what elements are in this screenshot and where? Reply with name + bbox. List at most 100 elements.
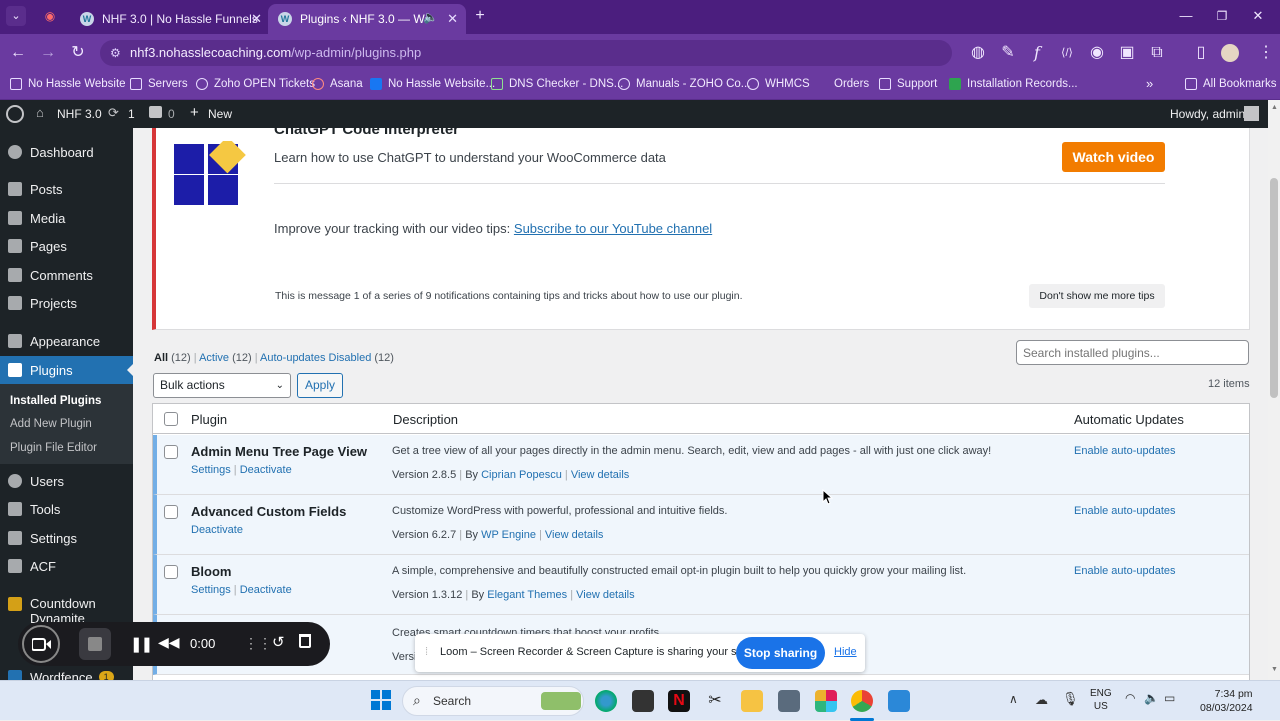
calculator-icon[interactable]: [778, 690, 800, 712]
bookmark-item[interactable]: Servers: [130, 78, 188, 90]
menu-acf[interactable]: ACF: [0, 552, 133, 580]
microphone-icon[interactable]: 🎙: [1062, 691, 1079, 707]
browser-menu-icon[interactable]: ⋮: [1256, 43, 1276, 63]
camera-extension-icon[interactable]: ◉: [1087, 43, 1107, 63]
davinci-icon[interactable]: [632, 690, 654, 712]
youtube-subscribe-link[interactable]: Subscribe to our YouTube channel: [514, 221, 712, 236]
code-extension-icon[interactable]: ⟨/⟩: [1057, 43, 1077, 63]
address-bar[interactable]: ⚙ nhf3.nohasslecoaching.com/wp-admin/plu…: [100, 40, 952, 66]
wordpress-logo-icon[interactable]: [6, 105, 24, 123]
submenu-installed-plugins[interactable]: Installed Plugins: [10, 395, 101, 407]
bookmark-item[interactable]: No Hassle Website: [10, 78, 126, 90]
tab-list-chevron-icon[interactable]: ⌄: [6, 6, 26, 26]
menu-users[interactable]: Users: [0, 467, 133, 495]
comments-count[interactable]: 0: [168, 107, 175, 121]
deactivate-link[interactable]: Deactivate: [191, 524, 243, 536]
menu-posts[interactable]: Posts: [0, 175, 133, 203]
back-arrow-icon[interactable]: ←: [8, 43, 28, 63]
profile-avatar[interactable]: [1221, 44, 1239, 62]
site-info-icon[interactable]: ⚙: [110, 40, 121, 66]
delete-trash-icon[interactable]: [299, 634, 311, 648]
apply-button[interactable]: Apply: [297, 373, 343, 398]
speaker-icon[interactable]: 🔈: [423, 10, 438, 24]
file-explorer-icon[interactable]: [741, 690, 763, 712]
menu-comments[interactable]: Comments: [0, 261, 133, 289]
bookmark-item[interactable]: Zoho OPEN Tickets: [196, 78, 315, 90]
hide-link[interactable]: Hide: [834, 646, 857, 658]
drag-handle-icon[interactable]: ⋮⋮: [244, 635, 272, 652]
deactivate-link[interactable]: Deactivate: [240, 464, 292, 476]
enable-auto-updates-link[interactable]: Enable auto-updates: [1074, 505, 1176, 517]
author-link[interactable]: Elegant Themes: [487, 589, 567, 601]
volume-icon[interactable]: 🔈: [1144, 691, 1159, 705]
chrome-icon[interactable]: [851, 690, 873, 712]
bookmark-item[interactable]: Orders: [834, 78, 869, 90]
puzzle-extensions-icon[interactable]: ⧉: [1147, 43, 1167, 63]
bookmark-item[interactable]: DNS Checker - DNS...: [491, 78, 623, 90]
taskbar-search[interactable]: ⌕ Search: [402, 686, 584, 716]
pen-extension-icon[interactable]: ✎: [998, 43, 1018, 63]
font-extension-icon[interactable]: f: [1027, 43, 1047, 63]
capcut-icon[interactable]: ✂: [704, 690, 726, 712]
restore-icon[interactable]: ❐: [1212, 6, 1232, 26]
reload-icon[interactable]: ↻: [68, 43, 88, 63]
image-extension-icon[interactable]: ▣: [1117, 43, 1137, 63]
bookmark-item[interactable]: WHMCS: [747, 78, 810, 90]
bulk-actions-select[interactable]: Bulk actions ⌄: [153, 373, 291, 398]
rewind-icon[interactable]: ◀◀: [158, 634, 180, 651]
author-link[interactable]: Ciprian Popescu: [481, 469, 562, 481]
user-avatar[interactable]: [1244, 106, 1259, 121]
restart-icon[interactable]: ↺: [272, 633, 285, 651]
view-details-link[interactable]: View details: [576, 589, 635, 601]
scroll-down-icon[interactable]: ▼: [1271, 666, 1278, 673]
view-details-link[interactable]: View details: [571, 469, 630, 481]
close-window-icon[interactable]: ✕: [1248, 6, 1268, 26]
onedrive-icon[interactable]: ☁: [1035, 692, 1048, 708]
pause-icon[interactable]: ❚❚: [130, 635, 153, 653]
menu-pages[interactable]: Pages: [0, 232, 133, 260]
howdy-user[interactable]: Howdy, admin: [1170, 107, 1245, 121]
notepad-icon[interactable]: [888, 690, 910, 712]
menu-settings[interactable]: Settings: [0, 524, 133, 552]
bookmark-item[interactable]: Support: [879, 78, 937, 90]
select-all-checkbox[interactable]: [164, 412, 178, 426]
clock[interactable]: 7:34 pm 08/03/2024: [1200, 687, 1253, 715]
bookmark-item[interactable]: Manuals - ZOHO Co...: [618, 78, 750, 90]
edge-icon[interactable]: [595, 690, 617, 712]
forward-arrow-icon[interactable]: →: [38, 43, 58, 63]
tray-chevron-icon[interactable]: ∧: [1009, 692, 1018, 706]
bookmark-item[interactable]: No Hassle Website...: [370, 78, 495, 90]
page-scrollbar[interactable]: ▲ ▼: [1268, 100, 1280, 680]
stop-sharing-button[interactable]: Stop sharing: [736, 637, 825, 669]
bookmark-item[interactable]: Asana: [312, 78, 363, 90]
filter-auto-updates-disabled[interactable]: Auto-updates Disabled: [260, 352, 371, 364]
side-panel-icon[interactable]: ▯: [1191, 43, 1211, 63]
all-bookmarks[interactable]: All Bookmarks: [1185, 78, 1277, 90]
new-tab-plus-icon[interactable]: +: [470, 6, 490, 26]
netflix-icon[interactable]: N: [668, 690, 690, 712]
extension-icon[interactable]: ◍: [968, 43, 988, 63]
deactivate-link[interactable]: Deactivate: [240, 584, 292, 596]
camera-toggle[interactable]: [22, 625, 60, 663]
menu-dashboard[interactable]: Dashboard: [0, 138, 133, 166]
submenu-add-new-plugin[interactable]: Add New Plugin: [10, 418, 92, 430]
scrollbar-thumb[interactable]: [1270, 178, 1278, 398]
windows-start-icon[interactable]: [371, 690, 391, 710]
settings-link[interactable]: Settings: [191, 584, 231, 596]
wifi-icon[interactable]: ◠: [1125, 691, 1135, 705]
enable-auto-updates-link[interactable]: Enable auto-updates: [1074, 565, 1176, 577]
language-indicator[interactable]: ENG US: [1090, 687, 1112, 713]
battery-icon[interactable]: ▭: [1164, 691, 1175, 705]
tab-plugins[interactable]: W Plugins ‹ NHF 3.0 — WordP 🔈 ✕: [268, 4, 466, 34]
new-menu[interactable]: New: [208, 107, 232, 121]
scroll-up-icon[interactable]: ▲: [1271, 104, 1278, 111]
menu-plugins[interactable]: Plugins: [0, 356, 134, 384]
row-checkbox[interactable]: [164, 565, 178, 579]
menu-projects[interactable]: Projects: [0, 289, 133, 317]
menu-media[interactable]: Media: [0, 204, 133, 232]
filter-all[interactable]: All: [154, 352, 168, 364]
site-name[interactable]: NHF 3.0: [57, 107, 102, 121]
more-bookmarks-chevron-icon[interactable]: »: [1146, 76, 1153, 91]
close-tab-icon[interactable]: ✕: [447, 11, 458, 27]
submenu-plugin-file-editor[interactable]: Plugin File Editor: [10, 442, 97, 454]
